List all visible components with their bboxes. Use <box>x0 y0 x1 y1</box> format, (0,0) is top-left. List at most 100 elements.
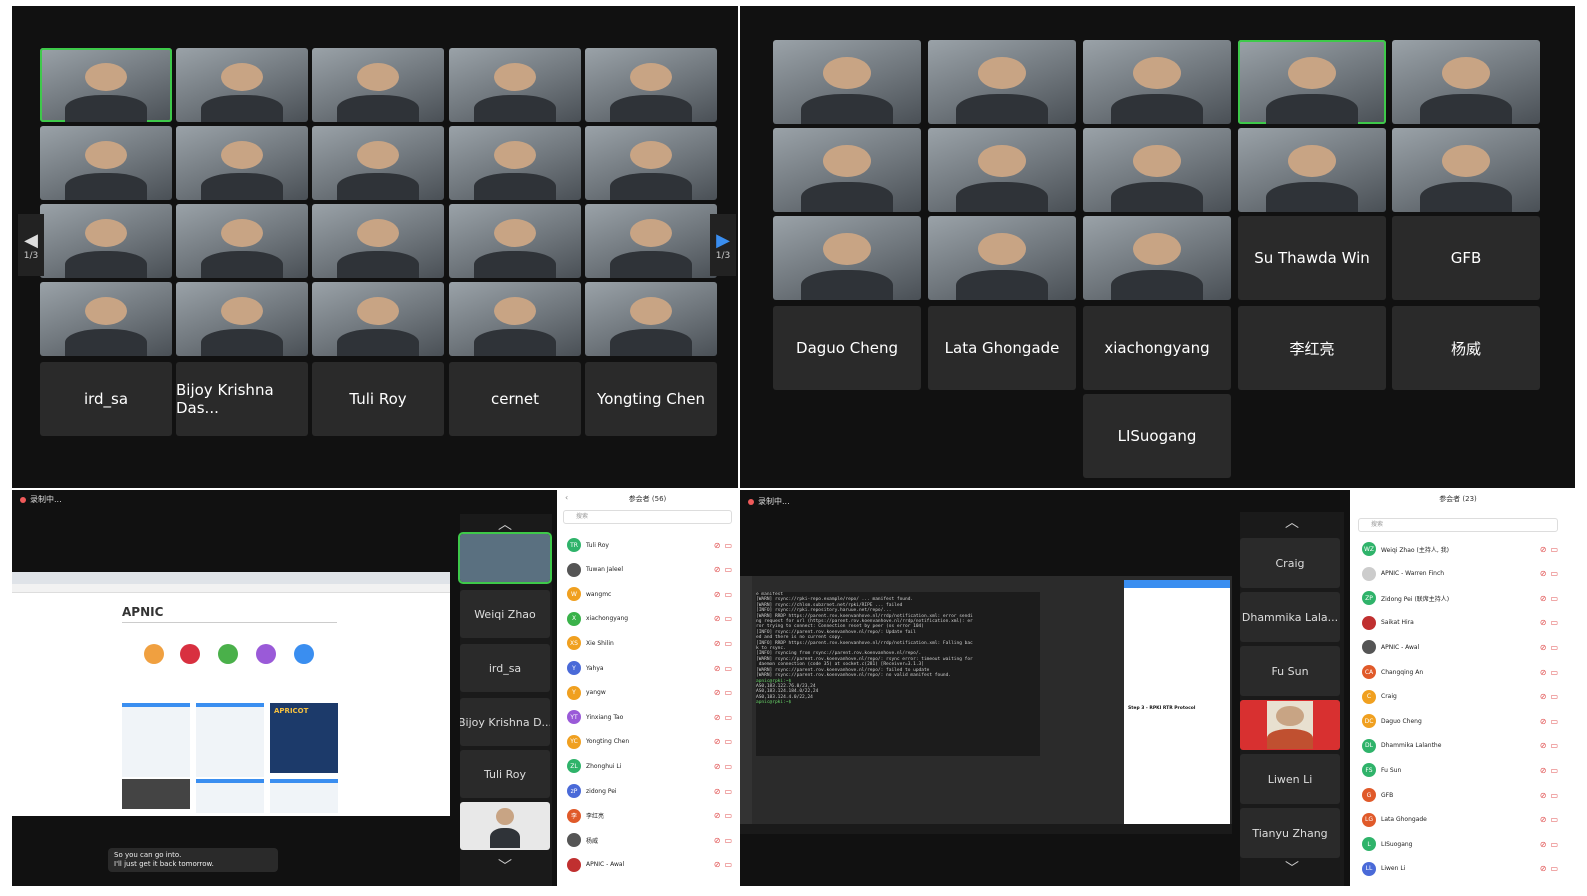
mic-muted-icon[interactable]: ⊘ <box>714 787 721 796</box>
participant-video-tile[interactable] <box>773 40 921 124</box>
camera-off-icon[interactable]: ▭ <box>1550 594 1558 603</box>
participant-row[interactable]: YC Yongting Chen ⊘ ▭ <box>567 733 732 751</box>
camera-off-icon[interactable]: ▭ <box>1550 840 1558 849</box>
camera-off-icon[interactable]: ▭ <box>1550 717 1558 726</box>
participant-row[interactable]: DL Dhammika Lalanthe ⊘ ▭ <box>1362 737 1558 755</box>
participant-video-tile[interactable] <box>312 204 444 278</box>
mic-muted-icon[interactable]: ⊘ <box>1540 643 1547 652</box>
mic-muted-icon[interactable]: ⊘ <box>714 664 721 673</box>
mic-muted-icon[interactable]: ⊘ <box>714 639 721 648</box>
camera-off-icon[interactable]: ▭ <box>1550 815 1558 824</box>
camera-off-icon[interactable]: ▭ <box>724 590 732 599</box>
news-card-4[interactable] <box>196 779 264 813</box>
participant-row[interactable]: XS Xie Shilin ⊘ ▭ <box>567 634 732 652</box>
strip-name-tile[interactable]: Tianyu Zhang <box>1240 808 1340 858</box>
participant-row[interactable]: ZL Zhonghui Li ⊘ ▭ <box>567 757 732 775</box>
camera-off-icon[interactable]: ▭ <box>1550 766 1558 775</box>
participant-search-input[interactable]: 搜索 <box>563 510 732 524</box>
participant-video-tile[interactable] <box>928 216 1076 300</box>
participant-video-tile[interactable] <box>1083 128 1231 212</box>
participant-name-tile[interactable]: Yongting Chen <box>585 362 717 436</box>
camera-off-icon[interactable]: ▭ <box>724 639 732 648</box>
mic-muted-icon[interactable]: ⊘ <box>714 565 721 574</box>
participant-name-tile[interactable]: Lata Ghongade <box>928 306 1076 390</box>
next-page-button[interactable]: ▶ 1/3 <box>710 214 736 276</box>
apricot-banner[interactable]: APRICOT <box>270 703 338 773</box>
participant-video-tile[interactable] <box>1083 216 1231 300</box>
participant-video-tile[interactable] <box>312 126 444 200</box>
participant-row[interactable]: LG Lata Ghongade ⊘ ▭ <box>1362 811 1558 829</box>
mic-muted-icon[interactable]: ⊘ <box>1540 692 1547 701</box>
news-card-3[interactable] <box>122 779 190 809</box>
camera-off-icon[interactable]: ▭ <box>724 664 732 673</box>
participant-row[interactable]: WZ Weiqi Zhao (主持人, 我) ⊘ ▭ <box>1362 540 1558 558</box>
mic-muted-icon[interactable]: ⊘ <box>1540 840 1547 849</box>
mic-muted-icon[interactable]: ⊘ <box>714 762 721 771</box>
camera-off-icon[interactable]: ▭ <box>724 836 732 845</box>
mic-muted-icon[interactable]: ⊘ <box>714 688 721 697</box>
participant-video-tile[interactable] <box>585 48 717 122</box>
participant-name-tile[interactable]: Su Thawda Win <box>1238 216 1386 300</box>
mic-muted-icon[interactable]: ⊘ <box>1540 618 1547 627</box>
participant-video-tile[interactable] <box>449 204 581 278</box>
participant-name-tile[interactable]: xiachongyang <box>1083 306 1231 390</box>
mic-muted-icon[interactable]: ⊘ <box>1540 594 1547 603</box>
participant-video-tile[interactable] <box>585 282 717 356</box>
mic-muted-icon[interactable]: ⊘ <box>714 836 721 845</box>
participant-row[interactable]: Xxiachongyang ⊘ ▭ <box>567 610 732 628</box>
camera-off-icon[interactable]: ▭ <box>724 688 732 697</box>
camera-off-icon[interactable]: ▭ <box>724 811 732 820</box>
participant-row[interactable]: APNIC - Awal ⊘ ▭ <box>567 856 732 874</box>
participant-row[interactable]: Tuwan Jaleel ⊘ ▭ <box>567 561 732 579</box>
participant-row[interactable]: 杨威 ⊘ ▭ <box>567 831 732 849</box>
camera-off-icon[interactable]: ▭ <box>724 737 732 746</box>
camera-off-icon[interactable]: ▭ <box>1550 864 1558 873</box>
participant-row[interactable]: TR Tuli Roy ⊘ ▭ <box>567 536 732 554</box>
participant-row[interactable]: C Craig ⊘ ▭ <box>1362 688 1558 706</box>
camera-off-icon[interactable]: ▭ <box>724 565 732 574</box>
camera-off-icon[interactable]: ▭ <box>1550 545 1558 554</box>
participant-video-tile[interactable] <box>40 204 172 278</box>
mic-muted-icon[interactable]: ⊘ <box>714 590 721 599</box>
participant-name-tile[interactable]: 杨威 <box>1392 306 1540 390</box>
strip-name-tile[interactable]: Craig <box>1240 538 1340 588</box>
chevron-down-icon[interactable]: ﹀ <box>460 856 550 876</box>
service-icon-4[interactable] <box>256 644 276 664</box>
camera-off-icon[interactable]: ▭ <box>1550 618 1558 627</box>
camera-off-icon[interactable]: ▭ <box>1550 569 1558 578</box>
mic-muted-icon[interactable]: ⊘ <box>1540 815 1547 824</box>
participant-video-tile[interactable] <box>928 40 1076 124</box>
participant-row[interactable]: APNIC - Warren Finch ⊘ ▭ <box>1362 565 1558 583</box>
participant-video-tile[interactable] <box>1238 40 1386 124</box>
news-card-5[interactable] <box>270 779 338 813</box>
chevron-down-icon[interactable]: ﹀ <box>1240 858 1344 878</box>
camera-off-icon[interactable]: ▭ <box>1550 741 1558 750</box>
participant-video-tile[interactable] <box>1083 40 1231 124</box>
participant-name-tile[interactable]: LISuogang <box>1083 394 1231 478</box>
mic-muted-icon[interactable]: ⊘ <box>1540 545 1547 554</box>
mic-muted-icon[interactable]: ⊘ <box>1540 791 1547 800</box>
participant-row[interactable]: Yyangw ⊘ ▭ <box>567 684 732 702</box>
camera-off-icon[interactable]: ▭ <box>724 787 732 796</box>
strip-name-tile[interactable]: Dhammika Lala... <box>1240 592 1340 642</box>
camera-off-icon[interactable]: ▭ <box>724 614 732 623</box>
strip-video-tile[interactable] <box>460 802 550 850</box>
participant-row[interactable]: LL Liwen Li ⊘ ▭ <box>1362 860 1558 878</box>
participant-video-tile[interactable] <box>40 126 172 200</box>
mic-muted-icon[interactable]: ⊘ <box>714 713 721 722</box>
mic-muted-icon[interactable]: ⊘ <box>1540 766 1547 775</box>
strip-video-tile[interactable] <box>458 532 552 584</box>
service-icon-5[interactable] <box>294 644 314 664</box>
participant-row[interactable]: Saikat Hira ⊘ ▭ <box>1362 614 1558 632</box>
strip-name-tile[interactable]: Bijoy Krishna D... <box>460 698 550 746</box>
participant-name-tile[interactable]: Bijoy Krishna Das... <box>176 362 308 436</box>
camera-off-icon[interactable]: ▭ <box>1550 643 1558 652</box>
camera-off-icon[interactable]: ▭ <box>1550 791 1558 800</box>
mic-muted-icon[interactable]: ⊘ <box>714 737 721 746</box>
participant-video-tile[interactable] <box>176 282 308 356</box>
mic-muted-icon[interactable]: ⊘ <box>714 860 721 869</box>
participant-row[interactable]: FS Fu Sun ⊘ ▭ <box>1362 761 1558 779</box>
service-icon-2[interactable] <box>180 644 200 664</box>
terminal-window[interactable]: e manifest [WARN] rsync://rpki-repo.examp… <box>756 592 1040 756</box>
participant-video-tile[interactable] <box>585 204 717 278</box>
